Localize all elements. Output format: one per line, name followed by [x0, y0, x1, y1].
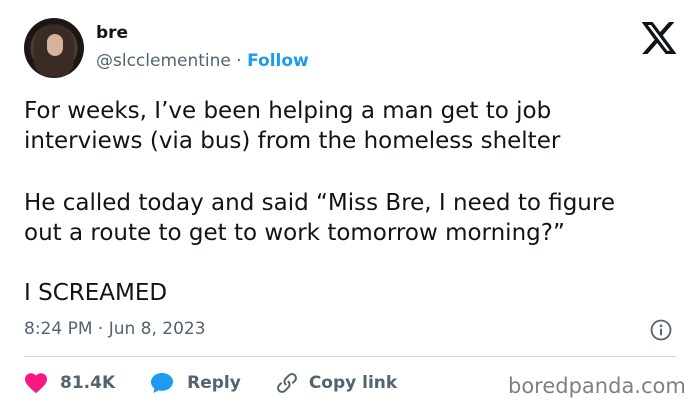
watermark: boredpanda.com [508, 374, 686, 398]
action-bar: 81.4K Reply Copy link [24, 370, 397, 396]
like-button[interactable]: 81.4K [24, 370, 115, 396]
like-count: 81.4K [60, 373, 116, 393]
tweet-paragraph-2: He called today and said “Miss Bre, I ne… [24, 190, 615, 246]
tweet-paragraph-1: For weeks, I’ve been helping a man get t… [24, 98, 561, 154]
heart-icon [25, 373, 47, 394]
tweet-paragraph-3: I SCREAMED [24, 280, 168, 306]
x-logo-icon[interactable] [641, 22, 677, 54]
divider [24, 356, 676, 357]
handle-separator: · [236, 51, 242, 71]
follow-button[interactable]: Follow [247, 51, 309, 71]
link-icon [276, 373, 297, 393]
author-handle[interactable]: @slcclementine [96, 51, 231, 71]
reply-button[interactable]: Reply [149, 370, 241, 396]
avatar-face [47, 34, 63, 56]
author-name[interactable]: bre [96, 22, 128, 44]
reply-label: Reply [187, 373, 241, 393]
copy-link-button[interactable]: Copy link [275, 370, 397, 396]
author-handle-line: @slcclementine · Follow [96, 50, 309, 72]
tweet-card: bre @slcclementine · Follow For weeks, I… [0, 0, 700, 410]
copy-link-label: Copy link [308, 373, 398, 393]
avatar[interactable] [24, 18, 84, 78]
speech-bubble-icon [151, 373, 174, 393]
info-icon[interactable] [650, 319, 672, 341]
tweet-timestamp[interactable]: 8:24 PM · Jun 8, 2023 [24, 318, 206, 340]
